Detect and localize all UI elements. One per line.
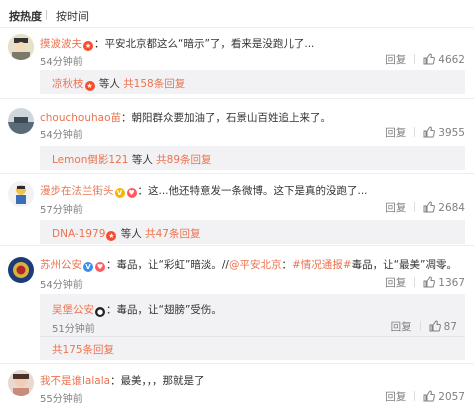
panda-emoji-icon: ● bbox=[95, 307, 105, 317]
comment-username[interactable]: 苏州公安 bbox=[40, 259, 82, 271]
reply-count-link[interactable]: 共89条回复 bbox=[156, 154, 211, 166]
avatar[interactable] bbox=[8, 181, 34, 207]
thumbs-up-icon[interactable] bbox=[423, 53, 436, 68]
thumbs-up-icon[interactable] bbox=[423, 126, 436, 141]
sort-by-time[interactable]: 按时间 bbox=[56, 8, 89, 24]
like-count: 3955 bbox=[438, 127, 465, 139]
reply-button[interactable]: 回复 bbox=[391, 321, 412, 333]
avatar-image bbox=[8, 370, 34, 396]
avatar-image bbox=[8, 108, 34, 134]
comment-time: 54分钟前 bbox=[40, 57, 83, 68]
comment-text: ：朝阳群众要加油了，石景山百姓追上来了。 bbox=[121, 112, 332, 124]
thumbs-up-icon[interactable] bbox=[423, 276, 436, 291]
fan-heart-icon: ♥ bbox=[95, 262, 105, 272]
verified-v-icon: V bbox=[114, 188, 125, 198]
comment-item: 我不是谁lalala：最美，，，那就是了 55分钟前 回复 2057 bbox=[0, 363, 474, 403]
reply-others: 等人 bbox=[117, 228, 146, 240]
sort-bar: 按热度 按时间 bbox=[0, 0, 474, 28]
comment-text: 毒品，让“最美”凋零。 bbox=[351, 259, 457, 271]
sub-reply-time: 51分钟前 bbox=[52, 324, 95, 335]
avatar[interactable] bbox=[8, 370, 34, 396]
reply-others: 等人 bbox=[95, 78, 124, 90]
comment-item: 漫步在法兰街头 V ♥ ：这...他还特意发一条微博。这下是真的没跑了... 57分钟… bbox=[0, 173, 474, 245]
comment-item: 摸波波夫 ★ ：平安北京都这么“暗示”了，看来是没跑儿了... 54分钟前 回复 46… bbox=[0, 28, 474, 103]
comment-text: ：毒品，让“彩虹”暗淡。// bbox=[106, 259, 229, 271]
vip-star-icon: ★ bbox=[84, 81, 95, 91]
comment-text: ：平安北京都这么“暗示”了，看来是没跑儿了... bbox=[94, 38, 315, 50]
thumbs-up-icon[interactable] bbox=[429, 320, 441, 335]
fan-heart-icon: ♥ bbox=[126, 188, 137, 198]
like-count: 2684 bbox=[438, 202, 465, 214]
comment-username[interactable]: 漫步在法兰街头 bbox=[40, 185, 114, 197]
sub-reply-username[interactable]: 吴堡公安 bbox=[52, 304, 94, 316]
comment-time: 54分钟前 bbox=[40, 130, 83, 141]
like-count: 4662 bbox=[438, 54, 465, 66]
replies-summary[interactable]: 凉秋枝 ★ 等人 共158条回复 bbox=[40, 70, 465, 94]
reply-count-link[interactable]: 共175条回复 bbox=[52, 344, 114, 356]
sort-by-hot[interactable]: 按热度 bbox=[9, 8, 42, 24]
reply-button[interactable]: 回复 bbox=[385, 391, 406, 403]
sub-reply-text: ：毒品，让“翅膀”受伤。 bbox=[106, 304, 222, 316]
avatar[interactable] bbox=[8, 34, 34, 60]
mention-link[interactable]: @平安北京 bbox=[229, 259, 282, 271]
reply-user-link[interactable]: 凉秋枝 bbox=[52, 78, 84, 90]
comment-time: 57分钟前 bbox=[40, 205, 83, 216]
avatar[interactable] bbox=[8, 108, 34, 134]
verified-v-icon: V bbox=[83, 262, 93, 272]
divider bbox=[40, 336, 465, 337]
reply-button[interactable]: 回复 bbox=[385, 277, 406, 289]
reply-user-link[interactable]: DNA-1979 bbox=[52, 228, 105, 240]
reply-button[interactable]: 回复 bbox=[385, 54, 406, 66]
sub-reply-box: 吴堡公安 ● ：毒品，让“翅膀”受伤。 51分钟前 回复 87 共175条回复 bbox=[40, 294, 465, 360]
comment-text: ：这...他还特意发一条微博。这下是真的没跑了... bbox=[137, 185, 368, 197]
vip-star-icon: ★ bbox=[83, 41, 93, 51]
reply-user-link[interactable]: Lemon倒影121 bbox=[52, 154, 128, 166]
comment-text: ：最美，，，那就是了 bbox=[110, 375, 205, 387]
comment-text: ： bbox=[281, 259, 292, 271]
replies-summary[interactable]: DNA-1979 ★ 等人 共47条回复 bbox=[40, 220, 465, 244]
vip-star-icon: ★ bbox=[106, 231, 117, 241]
topic-link[interactable]: #情况通报# bbox=[292, 259, 352, 271]
comment-username[interactable]: 我不是谁lalala bbox=[40, 375, 110, 387]
avatar[interactable] bbox=[8, 257, 34, 283]
comment-time: 54分钟前 bbox=[40, 280, 83, 291]
like-count: 1367 bbox=[438, 277, 465, 289]
reply-count-link[interactable]: 共158条回复 bbox=[123, 78, 185, 90]
thumbs-up-icon[interactable] bbox=[423, 390, 436, 403]
reply-button[interactable]: 回复 bbox=[385, 127, 406, 139]
comment-time: 55分钟前 bbox=[40, 394, 83, 403]
avatar-image bbox=[8, 34, 34, 60]
sort-divider bbox=[46, 10, 47, 20]
thumbs-up-icon[interactable] bbox=[423, 201, 436, 216]
police-badge-avatar bbox=[8, 257, 34, 283]
reply-count-link[interactable]: 共47条回复 bbox=[145, 228, 200, 240]
like-count: 87 bbox=[443, 321, 457, 333]
reply-button[interactable]: 回复 bbox=[385, 202, 406, 214]
avatar-image bbox=[8, 181, 34, 207]
replies-summary[interactable]: Lemon倒影121 等人 共89条回复 bbox=[40, 146, 465, 170]
reply-others: 等人 bbox=[128, 154, 157, 166]
comment-item: chouchouhao苗：朝阳群众要加油了，石景山百姓追上来了。 54分钟前 回… bbox=[0, 98, 474, 173]
comment-username[interactable]: 摸波波夫 bbox=[40, 38, 82, 50]
comment-item: 苏州公安 V ♥ ：毒品，让“彩虹”暗淡。//@平安北京：#情况通报#毒品，让“最美”… bbox=[0, 245, 474, 363]
comment-username[interactable]: chouchouhao苗 bbox=[40, 112, 121, 124]
like-count: 2057 bbox=[438, 391, 465, 403]
